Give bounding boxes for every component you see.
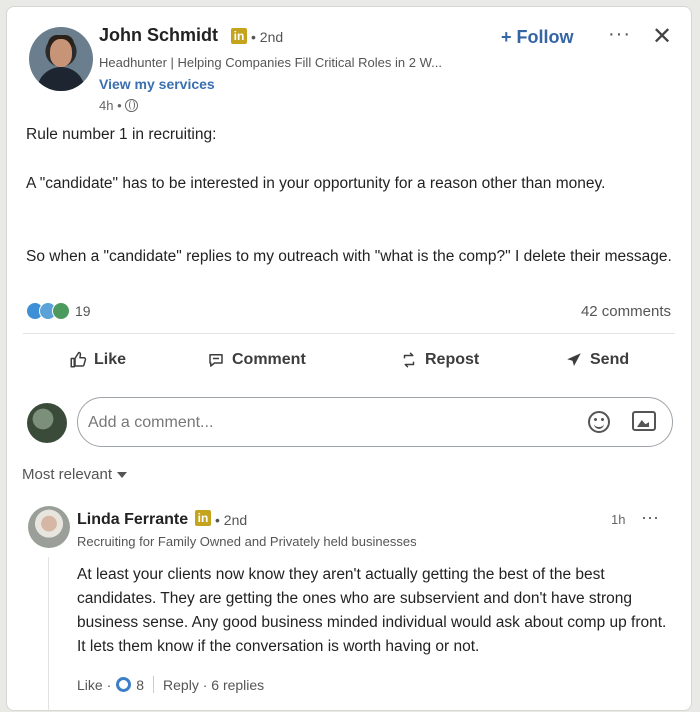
support-reaction-icon — [52, 302, 70, 320]
post-time-row: 4h • — [99, 98, 138, 113]
post-text-paragraph-2: A "candidate" has to be interested in yo… — [26, 175, 606, 192]
comment-reply-button[interactable]: Reply · 6 replies — [163, 677, 264, 693]
emoji-icon[interactable] — [588, 411, 610, 433]
linkedin-premium-icon: in — [231, 28, 247, 44]
connection-degree: • 2nd — [251, 29, 284, 45]
actions-divider — [23, 333, 675, 334]
more-options-icon[interactable]: ··· — [608, 23, 631, 46]
comment-time: 1h — [611, 512, 626, 527]
comment-input-placeholder: Add a comment... — [88, 414, 214, 431]
author-avatar[interactable] — [29, 27, 93, 91]
follow-button[interactable]: + Follow — [501, 27, 574, 48]
like-button[interactable]: Like — [69, 351, 126, 369]
post-text-line-1: Rule number 1 in recruiting: — [26, 126, 217, 143]
author-name[interactable]: John Schmidt — [99, 25, 218, 46]
post-text-paragraph-3: So when a "candidate" replies to my outr… — [26, 248, 672, 265]
commenter-name[interactable]: Linda Ferrante — [77, 511, 188, 529]
comment-text: At least your clients now know they aren… — [77, 566, 667, 655]
like-label: Like — [94, 351, 127, 368]
comment-like-count: 8 — [136, 676, 145, 693]
send-button[interactable]: Send — [565, 351, 629, 369]
action-separator — [153, 676, 155, 693]
reaction-count: 19 — [75, 303, 91, 319]
thread-line — [48, 557, 49, 712]
current-user-avatar[interactable] — [27, 403, 67, 443]
sort-label: Most relevant — [22, 466, 113, 483]
repost-label: Repost — [425, 351, 480, 368]
close-icon[interactable]: ✕ — [652, 22, 672, 51]
comment-actions: Like · 8 Reply · 6 replies — [77, 676, 264, 693]
send-label: Send — [590, 351, 630, 368]
thumbs-up-icon — [70, 351, 87, 368]
commenter-headline: Recruiting for Family Owned and Privatel… — [77, 534, 417, 549]
author-headline: Headhunter | Helping Companies Fill Crit… — [99, 55, 442, 70]
comment-button[interactable]: Comment — [207, 351, 306, 369]
caret-down-icon — [117, 471, 128, 478]
commenter-degree: • 2nd — [215, 512, 248, 528]
send-icon — [567, 353, 581, 366]
post-actions-bar: Like Comment Repost Send — [7, 343, 693, 387]
post-time: 4h • — [99, 98, 122, 113]
comment-more-options-icon[interactable]: ··· — [641, 507, 659, 528]
like-reaction-icon — [116, 677, 132, 692]
post-card: John Schmidt in • 2nd Headhunter | Helpi… — [6, 6, 693, 712]
avatar-suit — [37, 67, 85, 91]
avatar-face — [50, 39, 72, 67]
linkedin-premium-icon: in — [195, 510, 211, 526]
reaction-summary[interactable]: 19 — [26, 302, 91, 320]
repost-button[interactable]: Repost — [400, 351, 479, 369]
comment-label: Comment — [232, 351, 306, 368]
comment-like-button[interactable]: Like · — [77, 677, 111, 693]
comment-icon — [209, 354, 223, 367]
repost-icon — [403, 352, 415, 368]
image-upload-icon[interactable] — [632, 411, 656, 431]
commenter-avatar[interactable] — [28, 506, 70, 548]
view-services-link[interactable]: View my services — [99, 76, 215, 92]
globe-icon — [124, 99, 138, 112]
comments-count[interactable]: 42 comments — [581, 303, 671, 320]
comment-sort-dropdown[interactable]: Most relevant — [22, 466, 128, 483]
